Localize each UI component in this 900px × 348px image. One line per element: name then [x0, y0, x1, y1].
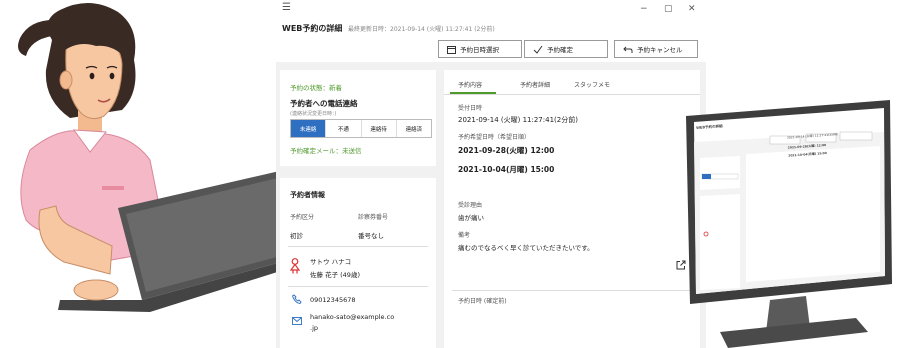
monitor-wish-2: 2021-10-04(月曜) 15:00 — [788, 150, 827, 158]
tab-divider — [444, 94, 700, 95]
hamburger-icon[interactable]: ☰ — [282, 2, 291, 13]
last-updated: 最終更新日時：2021-09-14 (火曜) 11:27:41 (2分前) — [348, 26, 495, 33]
reservation-status: 予約の状態：新着 — [290, 84, 342, 92]
minimize-icon[interactable]: − — [640, 4, 648, 14]
undo-arrow-icon — [623, 46, 633, 53]
check-icon — [533, 45, 543, 54]
woman-with-laptop-illustration — [18, 2, 296, 312]
close-icon[interactable]: ✕ — [688, 4, 696, 14]
select-datetime-label: 予約日時選択 — [460, 46, 499, 54]
card-number-label: 診察券番号 — [358, 214, 389, 221]
maximize-icon[interactable]: ▢ — [664, 4, 673, 14]
wish-2: 2021-10-04(月曜) 15:00 — [458, 165, 555, 174]
divider — [288, 246, 428, 247]
monitor-screen-text: WEB予約の詳細 2021-09-14 (火曜) 11:27:41(2分前) 2… — [696, 113, 883, 235]
phone-contact-title: 予約者への電話連絡 — [290, 99, 358, 108]
mail-icon — [292, 317, 302, 325]
patient-section-title: 予約者情報 — [290, 191, 325, 199]
category-label: 予約区分 — [290, 214, 315, 221]
divider — [452, 290, 692, 291]
divider — [288, 286, 428, 287]
tab-staff-memo[interactable]: スタッフメモ — [574, 80, 610, 89]
patient-name-kana: サトウ ハナコ — [310, 258, 352, 266]
reason-value: 歯が痛い — [458, 214, 484, 222]
cancel-label: 予約キャンセル — [637, 46, 683, 54]
patient-email-line2[interactable]: .jp — [310, 324, 318, 332]
card-number-value: 番号なし — [358, 232, 384, 240]
wish-1: 2021-09-28(火曜) 12:00 — [458, 146, 555, 155]
contact-option-uncontacted[interactable]: 未連絡 — [291, 120, 327, 137]
wish-label: 予約希望日時（希望日順） — [458, 134, 531, 141]
phone-icon — [292, 294, 302, 304]
contact-option-done[interactable]: 連絡済 — [397, 120, 431, 137]
status-card: 予約の状態：新着 予約者への電話連絡 (連絡状況変更日時：) 未連絡 不通 連絡… — [280, 70, 436, 166]
monitor-received: 2021-09-14 (火曜) 11:27:41(2分前) — [786, 132, 839, 140]
patient-phone[interactable]: 09012345678 — [310, 296, 356, 304]
confirm-button[interactable]: 予約確定 — [524, 40, 608, 58]
received-value: 2021-09-14 (火曜) 11:27:41(2分前) — [458, 116, 578, 124]
tab-reservation[interactable]: 予約内容 — [458, 80, 482, 89]
note-value: 痛むのでなるべく早く診ていただきたいです。 — [458, 244, 594, 252]
received-label: 受付日時 — [458, 105, 483, 112]
contact-option-no-answer[interactable]: 不通 — [326, 120, 362, 137]
patient-name: 佐藤 花子 (49歳) — [310, 271, 360, 279]
web-reservation-detail-window: ☰ − ▢ ✕ WEB予約の詳細 最終更新日時：2021-09-14 (火曜) … — [276, 0, 706, 348]
phone-contact-changed: (連絡状況変更日時：) — [290, 111, 337, 117]
category-value: 初診 — [290, 232, 303, 240]
note-label: 備考 — [458, 232, 471, 239]
fixed-datetime-label: 予約日時 (確定前) — [458, 298, 507, 305]
cancel-reservation-button[interactable]: 予約キャンセル — [614, 40, 698, 58]
contact-option-waiting[interactable]: 連絡待 — [362, 120, 397, 137]
person-female-icon — [290, 258, 300, 274]
select-datetime-button[interactable]: 予約日時選択 — [438, 40, 522, 58]
confirmation-mail-status: 予約確定メール：未送信 — [290, 147, 362, 155]
tab-patient-detail[interactable]: 予約者詳細 — [520, 80, 550, 89]
title-bar: ☰ − ▢ ✕ WEB予約の詳細 最終更新日時：2021-09-14 (火曜) … — [276, 0, 706, 40]
detail-card: 予約内容 予約者詳細 スタッフメモ 受付日時 2021-09-14 (火曜) 1… — [444, 70, 700, 348]
phone-contact-segmented-control: 未連絡 不通 連絡待 連絡済 — [290, 119, 432, 138]
patient-info-card: 予約者情報 予約区分 診察券番号 初診 番号なし サトウ ハナコ 佐藤 花子 (… — [280, 178, 436, 348]
window-title: WEB予約の詳細 — [282, 24, 343, 33]
patient-email-line1[interactable]: hanako-sato@example.co — [310, 313, 394, 321]
confirm-label: 予約確定 — [547, 46, 573, 54]
reason-label: 受診理由 — [458, 202, 483, 209]
calendar-icon — [447, 45, 456, 54]
